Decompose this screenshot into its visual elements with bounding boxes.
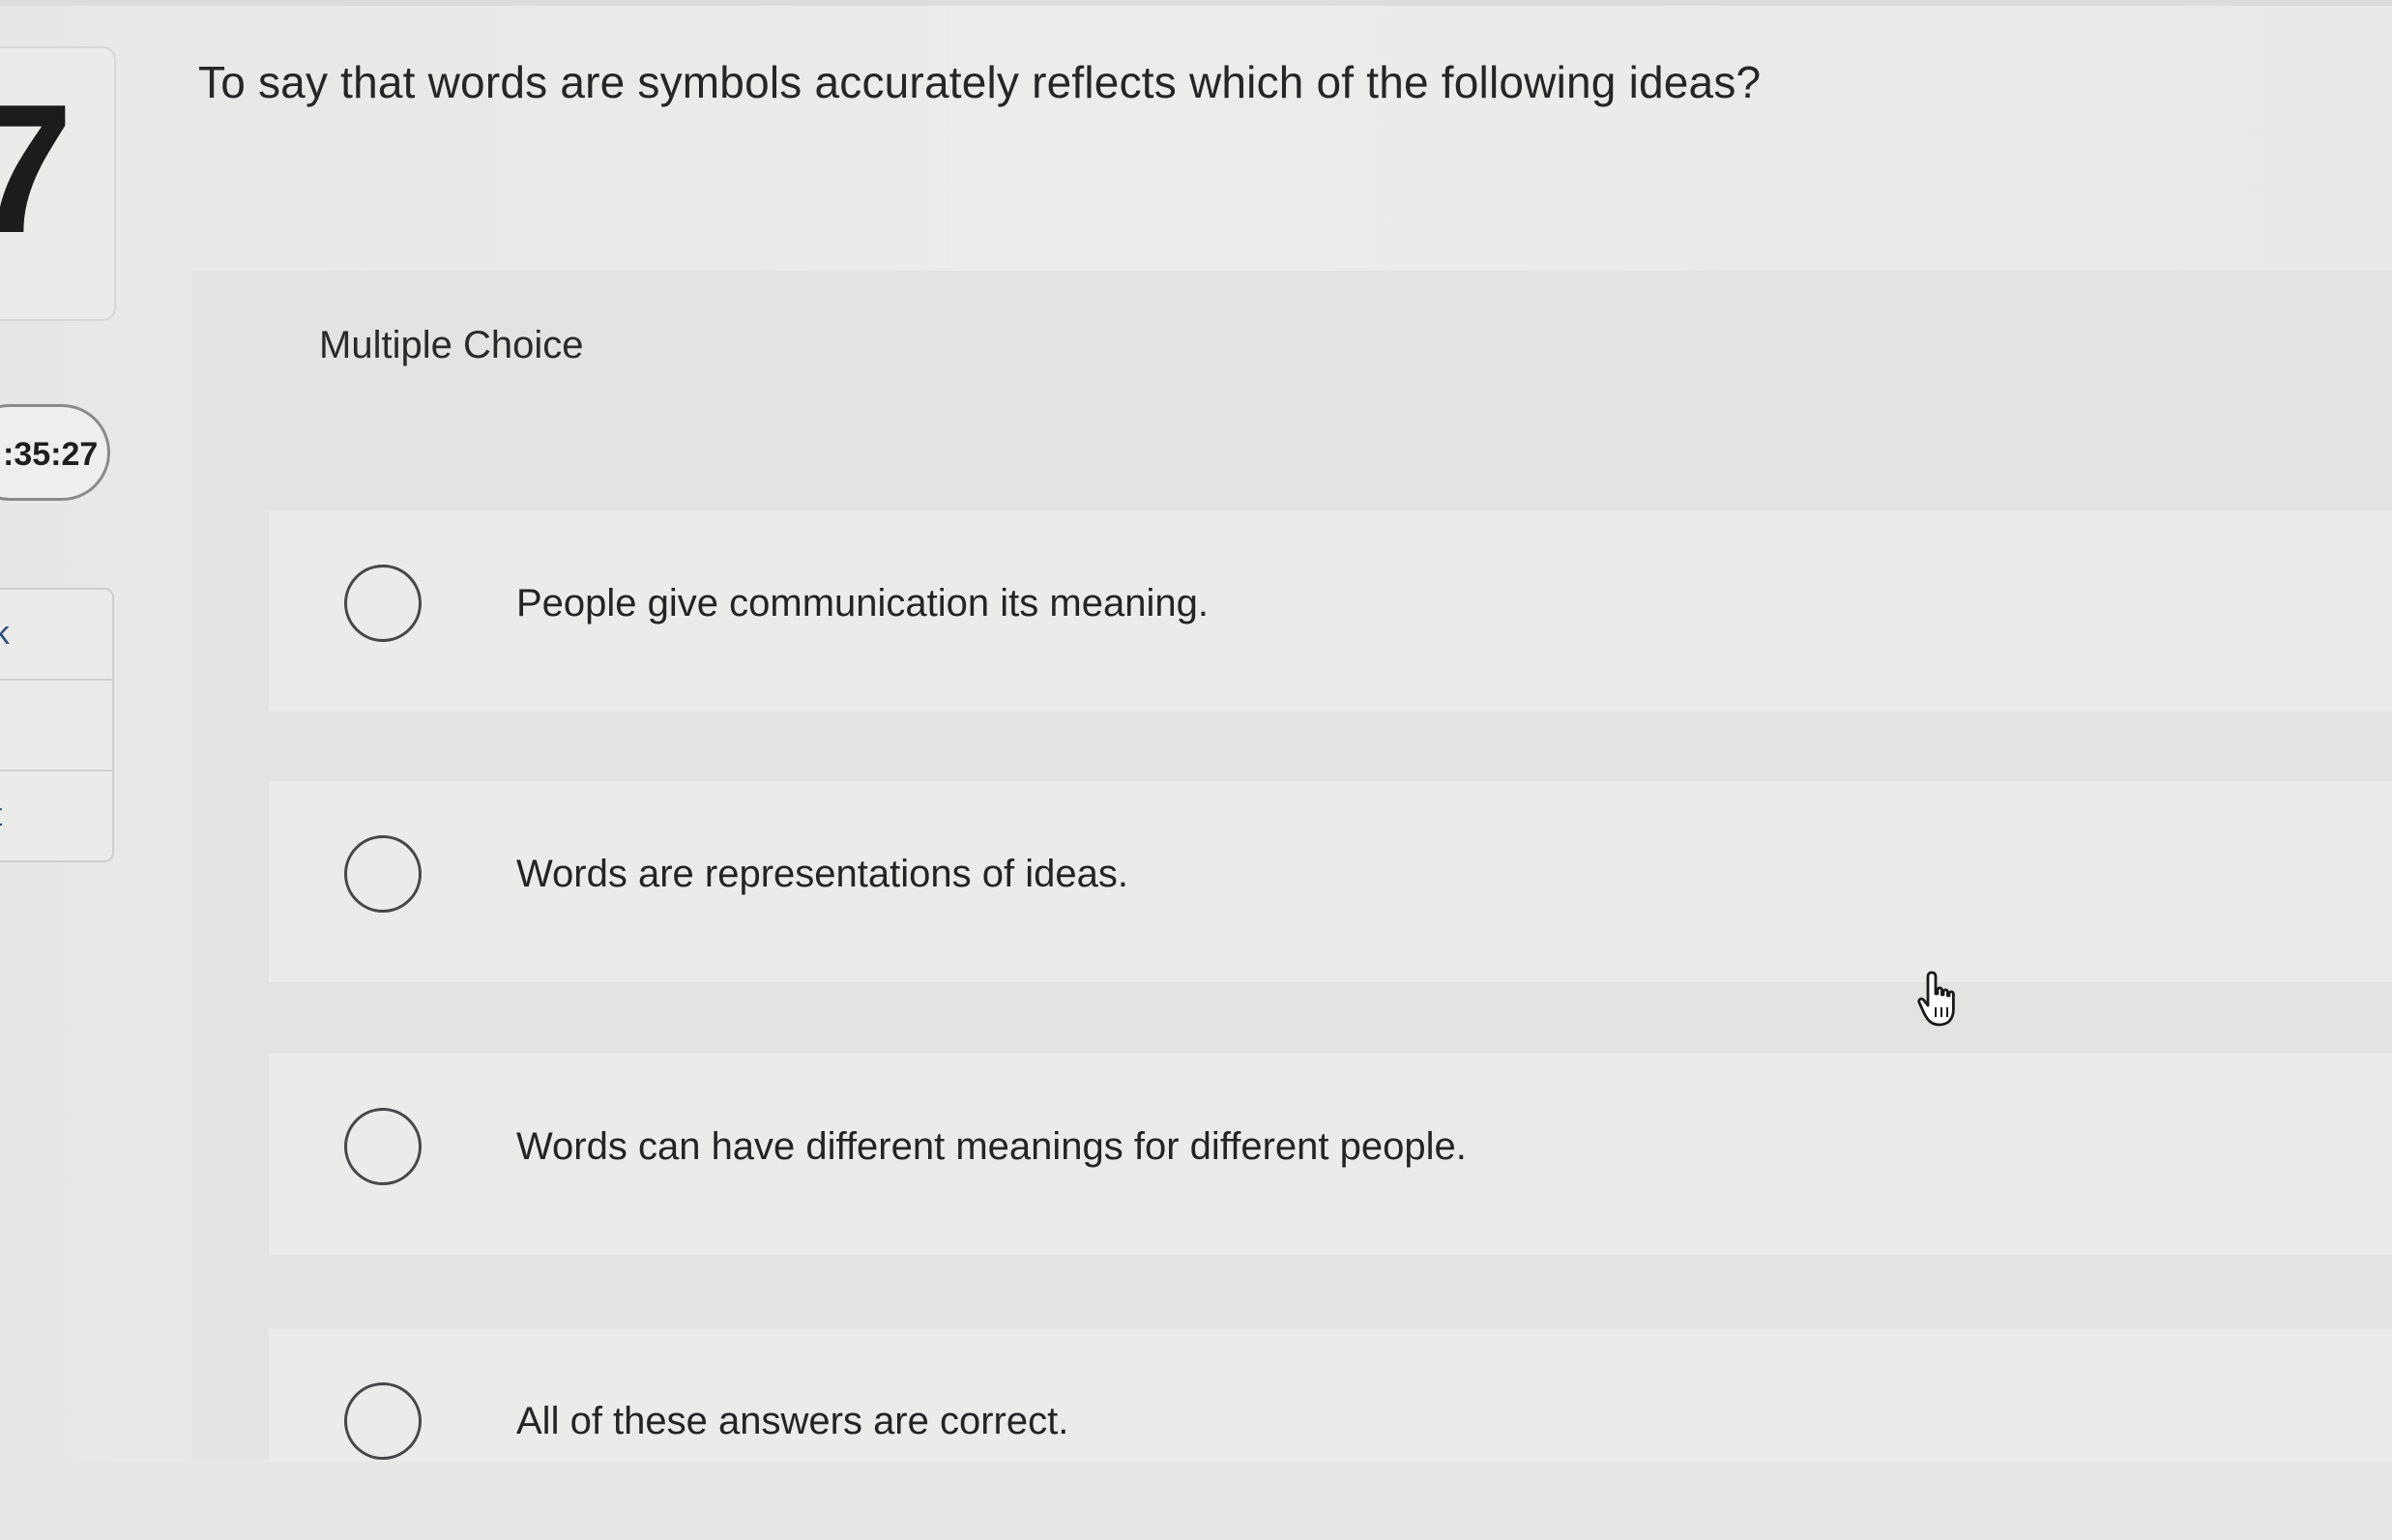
question-text: To say that words are symbols accurately… xyxy=(198,57,1762,107)
answer-option-3[interactable]: Words can have different meanings for di… xyxy=(269,1054,2392,1255)
radio-unchecked-icon[interactable] xyxy=(344,565,422,642)
tools-menu: ok k nt xyxy=(0,588,114,862)
tool-item-label: ok xyxy=(0,615,10,653)
answer-option-2[interactable]: Words are representations of ideas. xyxy=(269,781,2392,982)
tool-item-ask[interactable]: k xyxy=(0,681,112,771)
tool-item-ebook[interactable]: ok xyxy=(0,590,112,681)
timer-text: :35:27 xyxy=(3,436,99,473)
timer-badge: :35:27 xyxy=(0,404,110,501)
answer-option-text: Words are representations of ideas. xyxy=(516,853,1128,895)
tool-item-label: nt xyxy=(0,797,2,834)
top-edge xyxy=(0,0,2392,6)
answer-option-text: All of these answers are correct. xyxy=(516,1400,1069,1442)
answer-option-text: Words can have different meanings for di… xyxy=(516,1125,1467,1168)
question-type-label: Multiple Choice xyxy=(319,324,584,366)
page-bottom xyxy=(0,1462,2392,1540)
hand-pointer-icon xyxy=(1917,971,1955,1027)
tool-item-print[interactable]: nt xyxy=(0,771,112,860)
radio-unchecked-icon[interactable] xyxy=(344,1108,422,1185)
answer-option-text: People give communication its meaning. xyxy=(516,582,1209,625)
question-number: 7 xyxy=(0,67,73,272)
radio-unchecked-icon[interactable] xyxy=(344,1382,422,1460)
radio-unchecked-icon[interactable] xyxy=(344,835,422,913)
answer-option-4[interactable]: All of these answers are correct. xyxy=(269,1328,2392,1462)
answer-option-1[interactable]: People give communication its meaning. xyxy=(269,510,2392,712)
